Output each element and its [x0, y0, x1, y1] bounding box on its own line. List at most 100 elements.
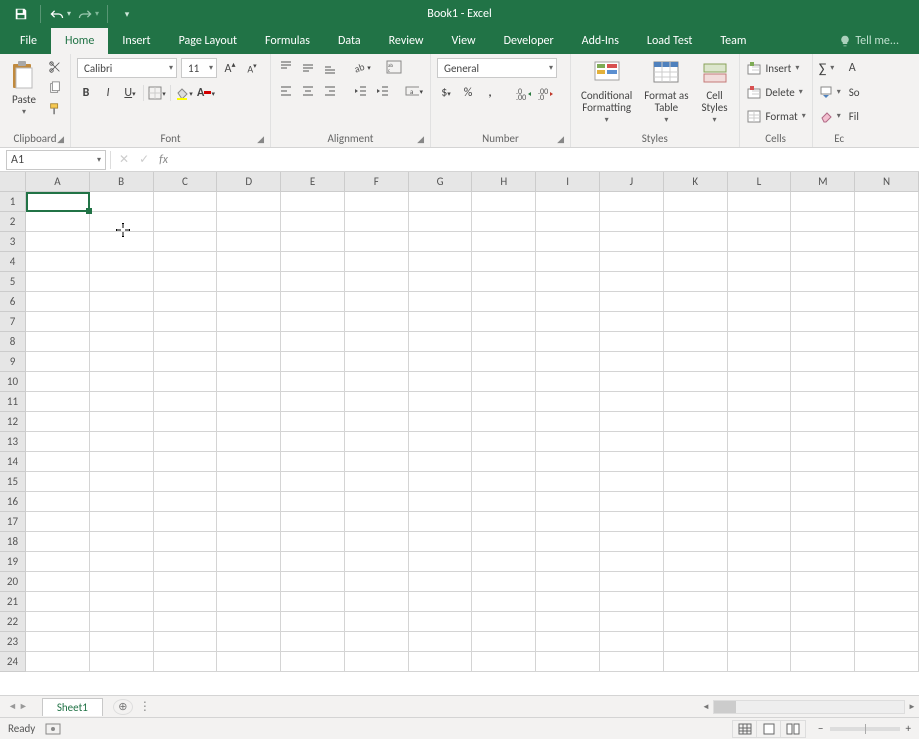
clear-button[interactable]: ▾ — [819, 106, 841, 126]
tab-add-ins[interactable]: Add-Ins — [568, 28, 633, 54]
column-header[interactable]: D — [217, 172, 281, 192]
cell[interactable] — [600, 592, 664, 612]
cell[interactable] — [26, 332, 90, 352]
cell[interactable] — [600, 512, 664, 532]
cell[interactable] — [536, 332, 600, 352]
cell[interactable] — [90, 432, 154, 452]
tab-data[interactable]: Data — [324, 28, 375, 54]
cell[interactable] — [281, 612, 345, 632]
cell[interactable] — [472, 312, 536, 332]
column-header[interactable]: K — [664, 172, 728, 192]
cell[interactable] — [664, 472, 728, 492]
cell[interactable] — [90, 452, 154, 472]
cell[interactable] — [409, 612, 473, 632]
cell[interactable] — [217, 532, 281, 552]
cell[interactable] — [472, 212, 536, 232]
align-top-button[interactable] — [277, 58, 295, 76]
format-cells-button[interactable]: Format▾ — [746, 106, 806, 126]
cell[interactable] — [536, 312, 600, 332]
cell[interactable] — [217, 612, 281, 632]
cell[interactable] — [664, 592, 728, 612]
cell[interactable] — [90, 512, 154, 532]
cell[interactable] — [217, 232, 281, 252]
cell[interactable] — [664, 192, 728, 212]
cell[interactable] — [791, 652, 855, 672]
cell[interactable] — [154, 632, 218, 652]
column-header[interactable]: E — [281, 172, 345, 192]
align-bottom-button[interactable] — [321, 58, 339, 76]
cell[interactable] — [536, 272, 600, 292]
cell[interactable] — [409, 512, 473, 532]
cell[interactable] — [855, 212, 919, 232]
zoom-control[interactable]: − + — [818, 722, 911, 735]
cell[interactable] — [728, 592, 792, 612]
save-button[interactable] — [8, 2, 34, 26]
cell[interactable] — [90, 292, 154, 312]
cell[interactable] — [855, 292, 919, 312]
worksheet-grid[interactable]: ABCDEFGHIJKLMN 1234567891011121314151617… — [0, 172, 919, 695]
tab-home[interactable]: Home — [51, 28, 108, 54]
cell[interactable] — [791, 192, 855, 212]
cell[interactable] — [154, 592, 218, 612]
orientation-button[interactable]: ab▾ — [353, 58, 371, 76]
cell[interactable] — [472, 432, 536, 452]
row-header[interactable]: 12 — [0, 412, 26, 432]
cell[interactable] — [664, 512, 728, 532]
cell[interactable] — [345, 632, 409, 652]
cell[interactable] — [26, 232, 90, 252]
cell[interactable] — [791, 512, 855, 532]
cell[interactable] — [536, 252, 600, 272]
cell[interactable] — [536, 412, 600, 432]
cell[interactable] — [472, 412, 536, 432]
cell[interactable] — [536, 212, 600, 232]
cell[interactable] — [154, 412, 218, 432]
cell[interactable] — [664, 572, 728, 592]
cell[interactable] — [791, 252, 855, 272]
cell[interactable] — [26, 212, 90, 232]
cell[interactable] — [728, 492, 792, 512]
increase-font-size-button[interactable]: A▴ — [221, 59, 239, 77]
cell[interactable] — [600, 392, 664, 412]
cell[interactable] — [536, 592, 600, 612]
cell[interactable] — [281, 412, 345, 432]
cell[interactable] — [217, 192, 281, 212]
cell[interactable] — [409, 192, 473, 212]
cell[interactable] — [409, 452, 473, 472]
cell[interactable] — [536, 572, 600, 592]
cell[interactable] — [154, 292, 218, 312]
cell[interactable] — [409, 632, 473, 652]
cell[interactable] — [217, 292, 281, 312]
cell[interactable] — [791, 592, 855, 612]
cell[interactable] — [409, 372, 473, 392]
column-header[interactable]: N — [855, 172, 919, 192]
cell[interactable] — [855, 452, 919, 472]
cell[interactable] — [536, 652, 600, 672]
comma-format-button[interactable]: , — [481, 84, 499, 102]
cell[interactable] — [26, 372, 90, 392]
cell[interactable] — [472, 272, 536, 292]
row-header[interactable]: 3 — [0, 232, 26, 252]
cell[interactable] — [90, 232, 154, 252]
cell[interactable] — [345, 392, 409, 412]
insert-cells-button[interactable]: Insert▾ — [746, 58, 806, 78]
column-header[interactable]: I — [536, 172, 600, 192]
cell[interactable] — [281, 212, 345, 232]
horizontal-scrollbar[interactable]: ◄ ► — [699, 700, 919, 714]
cell[interactable] — [728, 372, 792, 392]
cell[interactable] — [600, 332, 664, 352]
cell[interactable] — [409, 272, 473, 292]
cell[interactable] — [791, 632, 855, 652]
cell[interactable] — [26, 252, 90, 272]
row-header[interactable]: 15 — [0, 472, 26, 492]
cell[interactable] — [90, 472, 154, 492]
cell[interactable] — [728, 612, 792, 632]
cell[interactable] — [664, 612, 728, 632]
page-break-view-button[interactable] — [781, 721, 805, 737]
align-right-button[interactable] — [321, 82, 339, 100]
cell[interactable] — [855, 332, 919, 352]
cell[interactable] — [345, 212, 409, 232]
cell[interactable] — [536, 372, 600, 392]
zoom-slider[interactable] — [830, 727, 900, 731]
cell[interactable] — [409, 492, 473, 512]
cell[interactable] — [345, 292, 409, 312]
